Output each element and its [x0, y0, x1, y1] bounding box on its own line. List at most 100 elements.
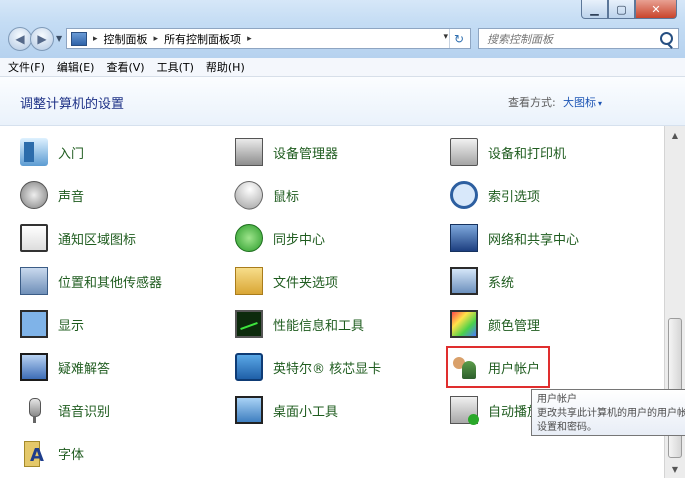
item-devices-printers[interactable]: 设备和打印机: [450, 135, 566, 169]
item-label: 位置和其他传感器: [58, 275, 163, 291]
speech-recognition-icon: [20, 396, 48, 424]
menu-tools[interactable]: 工具(T): [157, 59, 194, 75]
item-label: 系统: [488, 275, 515, 291]
address-bar[interactable]: ▸ 控制面板 ▸ 所有控制面板项 ▸ ▾ ↻: [66, 28, 471, 49]
troubleshooting-icon: [20, 353, 48, 381]
intel-graphics-icon: [235, 353, 263, 381]
item-label: 入门: [58, 146, 85, 162]
item-label: 英特尔® 核芯显卡: [273, 361, 382, 377]
item-display[interactable]: 显示: [20, 307, 84, 341]
item-speech-recognition[interactable]: 语音识别: [20, 393, 110, 427]
item-user-accounts[interactable]: 用户帐户: [445, 346, 551, 388]
item-sync-center[interactable]: 同步中心: [235, 221, 325, 255]
content-header: 调整计算机的设置 查看方式: 大图标 ▾: [0, 77, 685, 126]
item-location-sensors[interactable]: 位置和其他传感器: [20, 264, 162, 298]
scroll-down-button[interactable]: ▼: [668, 462, 682, 476]
sound-icon: [20, 181, 48, 209]
close-button[interactable]: ✕: [635, 0, 677, 19]
item-label: 设备和打印机: [488, 146, 567, 162]
item-label: 通知区域图标: [58, 232, 137, 248]
item-label: 同步中心: [273, 232, 326, 248]
view-by-label: 查看方式:: [508, 96, 556, 109]
control-panel-window: ▁ ▢ ✕ ◀ ▶ ▼ ▸ 控制面板 ▸ 所有控制面板项 ▸ ▾ ↻ 搜索控制面…: [0, 0, 685, 478]
breadcrumb-all-items[interactable]: 所有控制面板项: [164, 31, 241, 47]
view-by-value[interactable]: 大图标: [563, 96, 596, 109]
item-notification-area-icons[interactable]: 通知区域图标: [20, 221, 136, 255]
item-troubleshooting[interactable]: 疑难解答: [20, 350, 110, 384]
system-icon: [450, 267, 478, 295]
display-icon: [20, 310, 48, 338]
caption-buttons: ▁ ▢ ✕: [581, 0, 677, 19]
page-title: 调整计算机的设置: [20, 97, 125, 112]
item-sound[interactable]: 声音: [20, 178, 84, 212]
getting-started-icon: [20, 138, 48, 166]
user-accounts-icon: [450, 353, 478, 381]
search-icon[interactable]: [660, 32, 673, 45]
item-label: 用户帐户: [488, 361, 541, 377]
search-box[interactable]: [478, 28, 679, 49]
indexing-options-icon: [450, 181, 478, 209]
location-sensors-icon: [20, 267, 48, 295]
item-autoplay[interactable]: 自动播放: [450, 393, 540, 427]
performance-icon: [235, 310, 263, 338]
item-label: 语音识别: [58, 404, 111, 420]
menu-bar: 文件(F) 编辑(E) 查看(V) 工具(T) 帮助(H): [0, 58, 685, 77]
breadcrumb-control-panel[interactable]: 控制面板: [104, 31, 148, 47]
back-button[interactable]: ◀: [8, 27, 32, 51]
menu-view[interactable]: 查看(V): [106, 59, 144, 75]
item-label: 字体: [58, 447, 85, 463]
item-label: 桌面小工具: [273, 404, 339, 420]
item-label: 声音: [58, 189, 85, 205]
item-fonts[interactable]: 字体: [20, 436, 84, 470]
item-label: 鼠标: [273, 189, 300, 205]
refresh-button[interactable]: ↻: [449, 29, 468, 48]
device-manager-icon: [235, 138, 263, 166]
devices-printers-icon: [450, 138, 478, 166]
tooltip-text-line1: 更改共享此计算机的用户的用户帐: [537, 408, 685, 419]
item-folder-options[interactable]: 文件夹选项: [235, 264, 338, 298]
item-label: 性能信息和工具: [273, 318, 365, 334]
breadcrumb-separator[interactable]: ▸: [93, 34, 98, 44]
item-getting-started[interactable]: 入门: [20, 135, 84, 169]
chevron-down-icon[interactable]: ▾: [598, 99, 602, 108]
menu-edit[interactable]: 编辑(E): [57, 59, 95, 75]
desktop-gadgets-icon: [235, 396, 263, 424]
item-label: 索引选项: [488, 189, 541, 205]
view-by-dropdown[interactable]: 大图标 ▾: [563, 94, 602, 110]
user-accounts-tooltip: 用户帐户 更改共享此计算机的用户的用户帐 设置和密码。: [531, 389, 685, 436]
item-desktop-gadgets[interactable]: 桌面小工具: [235, 393, 338, 427]
item-indexing-options[interactable]: 索引选项: [450, 178, 540, 212]
item-mouse[interactable]: 鼠标: [229, 175, 300, 215]
sync-center-icon: [235, 224, 263, 252]
forward-button[interactable]: ▶: [30, 27, 54, 51]
menu-file[interactable]: 文件(F): [8, 59, 45, 75]
breadcrumb-separator[interactable]: ▸: [247, 34, 252, 44]
tooltip-text-line2: 设置和密码。: [537, 422, 597, 433]
menu-help[interactable]: 帮助(H): [206, 59, 245, 75]
scroll-thumb[interactable]: [668, 318, 682, 458]
item-label: 网络和共享中心: [488, 232, 580, 248]
item-label: 颜色管理: [488, 318, 541, 334]
breadcrumb-separator[interactable]: ▸: [154, 34, 159, 44]
maximize-button[interactable]: ▢: [608, 0, 635, 19]
item-label: 疑难解答: [58, 361, 111, 377]
folder-options-icon: [235, 267, 263, 295]
item-label: 设备管理器: [273, 146, 339, 162]
item-intel-graphics[interactable]: 英特尔® 核芯显卡: [235, 350, 381, 384]
autoplay-icon: [450, 396, 479, 425]
recent-pages-dropdown[interactable]: ▼: [56, 34, 62, 43]
item-label: 文件夹选项: [273, 275, 339, 291]
item-color-management[interactable]: 颜色管理: [450, 307, 540, 341]
item-performance-tools[interactable]: 性能信息和工具: [235, 307, 364, 341]
item-device-manager[interactable]: 设备管理器: [235, 135, 338, 169]
scroll-up-button[interactable]: ▲: [668, 128, 682, 142]
minimize-button[interactable]: ▁: [581, 0, 608, 19]
title-bar: ▁ ▢ ✕ ◀ ▶ ▼ ▸ 控制面板 ▸ 所有控制面板项 ▸ ▾ ↻: [0, 0, 685, 59]
item-network-sharing[interactable]: 网络和共享中心: [450, 221, 579, 255]
item-system[interactable]: 系统: [450, 264, 514, 298]
control-panel-icon: [71, 31, 87, 46]
address-dropdown-icon[interactable]: ▾: [443, 32, 448, 42]
search-input[interactable]: [485, 30, 659, 49]
color-management-icon: [450, 310, 478, 338]
notification-area-icon: [20, 224, 48, 252]
